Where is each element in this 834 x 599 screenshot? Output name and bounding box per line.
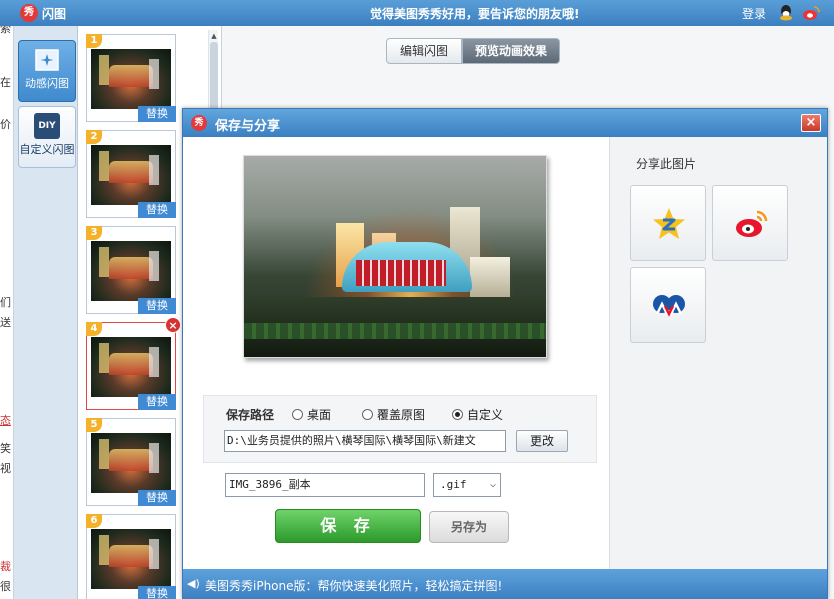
frame-thumbnail[interactable]: 3 替换 — [86, 226, 176, 314]
frame-image — [91, 433, 171, 493]
frame-number: 6 — [86, 514, 102, 528]
frame-thumbnail[interactable]: 2 替换 — [86, 130, 176, 218]
promo-status-bar[interactable]: ◀) 美图秀秀iPhone版：帮你快速美化照片，轻松搞定拼图! — [183, 569, 827, 599]
renren-icon — [653, 295, 685, 317]
frame-image — [91, 337, 171, 397]
share-title: 分享此图片 — [636, 157, 697, 171]
share-qzone-button[interactable] — [630, 185, 706, 261]
format-value: .gif — [440, 478, 467, 491]
frame-thumbnail[interactable]: 5 替换 — [86, 418, 176, 506]
app-slogan: 觉得美图秀秀好用，要告诉您的朋友哦! — [370, 7, 580, 21]
frame-thumbnail[interactable]: 4 替换 × — [86, 317, 181, 410]
tool-dynamic-flash-button[interactable]: 动感闪图 — [18, 40, 76, 102]
dialog-title-bar: 秀 保存与分享 × — [183, 109, 827, 137]
radio-custom[interactable]: 自定义 — [452, 406, 503, 423]
save-as-button[interactable]: 另存为 — [429, 511, 509, 543]
format-select[interactable]: .gif ⌵ — [433, 473, 501, 497]
qq-icon[interactable] — [778, 4, 794, 22]
preview-image — [243, 155, 547, 358]
qzone-icon — [653, 208, 685, 239]
radio-circle[interactable] — [292, 409, 303, 420]
radio-desktop[interactable]: 桌面 — [292, 406, 331, 423]
change-path-button[interactable]: 更改 — [516, 430, 568, 452]
replace-button[interactable]: 替换 — [138, 586, 176, 599]
dialog-title: 保存与分享 — [215, 119, 281, 134]
scroll-up-icon[interactable]: ▲ — [210, 32, 218, 40]
background-text: 笑 — [0, 442, 11, 455]
radio-label: 桌面 — [307, 408, 332, 422]
radio-circle[interactable] — [362, 409, 373, 420]
save-path-section: 保存路径 桌面 覆盖原图 自定义 D:\业务员提供的照片\横琴国际\横琴国际\新… — [203, 395, 597, 463]
share-renren-button[interactable] — [630, 267, 706, 343]
frame-thumbnail[interactable]: 1 替换 — [86, 34, 176, 122]
close-button[interactable]: × — [801, 114, 821, 132]
replace-button[interactable]: 替换 — [138, 490, 176, 506]
radio-circle-selected[interactable] — [452, 409, 463, 420]
frame-number: 2 — [86, 130, 102, 144]
save-share-dialog: 秀 保存与分享 × 保存路径 桌面 覆盖原图 自定义 D:\业务员提供的照片\横… — [182, 108, 828, 599]
sparkle-picture-icon — [35, 49, 59, 71]
background-text: 送 — [0, 316, 11, 329]
frame-number: 5 — [86, 418, 102, 432]
login-link[interactable]: 登录 — [742, 5, 766, 22]
app-title: 闪图 — [42, 7, 67, 21]
share-sina-weibo-button[interactable] — [712, 185, 788, 261]
delete-frame-icon[interactable]: × — [165, 317, 181, 333]
weibo-icon[interactable] — [802, 5, 820, 21]
app-title-bar: 秀 闪图 觉得美图秀秀好用，要告诉您的朋友哦! 登录 — [0, 0, 834, 26]
save-path-input[interactable]: D:\业务员提供的照片\横琴国际\横琴国际\新建文 — [224, 430, 506, 452]
save-button[interactable]: 保 存 — [275, 509, 421, 543]
tool-label: 动感闪图 — [25, 77, 69, 90]
share-panel: 分享此图片 — [609, 137, 827, 569]
chevron-down-icon[interactable]: ⌵ — [490, 474, 496, 496]
background-text: 很 — [0, 580, 11, 593]
radio-overwrite-original[interactable]: 覆盖原图 — [362, 406, 425, 423]
tab-preview-animation[interactable]: 预览动画效果 — [462, 38, 560, 64]
background-text: 态 — [0, 414, 11, 427]
background-text: 们 — [0, 296, 11, 309]
frame-image — [91, 529, 171, 589]
frame-image — [91, 145, 171, 205]
background-text: 裁 — [0, 560, 11, 573]
tool-custom-flash-button[interactable]: DIY 自定义闪图 — [18, 106, 76, 168]
filename-input[interactable]: IMG_3896_副本 — [225, 473, 425, 497]
background-text: 在 — [0, 76, 11, 89]
tool-label: 自定义闪图 — [19, 143, 75, 156]
replace-button[interactable]: 替换 — [138, 202, 176, 218]
frame-number: 3 — [86, 226, 102, 240]
tab-edit-flash[interactable]: 编辑闪图 — [386, 38, 462, 64]
frame-number: 4 — [86, 322, 102, 336]
frame-number: 1 — [86, 34, 102, 48]
radio-label: 覆盖原图 — [377, 408, 426, 422]
app-logo-icon: 秀 — [20, 4, 38, 22]
frame-image — [91, 241, 171, 301]
diy-icon: DIY — [34, 113, 60, 139]
frame-image — [91, 49, 171, 109]
save-path-label: 保存路径 — [226, 408, 275, 422]
replace-button[interactable]: 替换 — [138, 298, 176, 314]
replace-button[interactable]: 替换 — [138, 106, 176, 122]
radio-label: 自定义 — [467, 408, 504, 422]
background-text: 视 — [0, 462, 11, 475]
background-window-edge: 索 在 价 们 送 态 笑 视 裁 很 — [0, 26, 14, 599]
dialog-logo-icon: 秀 — [191, 115, 207, 131]
frame-thumbnail[interactable]: 6 替换 — [86, 514, 176, 599]
promo-text[interactable]: 美图秀秀iPhone版：帮你快速美化照片，轻松搞定拼图! — [205, 577, 502, 594]
background-text: 价 — [0, 118, 11, 131]
background-text: 索 — [0, 26, 11, 35]
tool-nav: 动感闪图 DIY 自定义闪图 — [14, 26, 78, 599]
speaker-icon: ◀) — [187, 577, 200, 590]
sina-weibo-icon — [736, 210, 768, 237]
replace-button[interactable]: 替换 — [138, 394, 176, 410]
